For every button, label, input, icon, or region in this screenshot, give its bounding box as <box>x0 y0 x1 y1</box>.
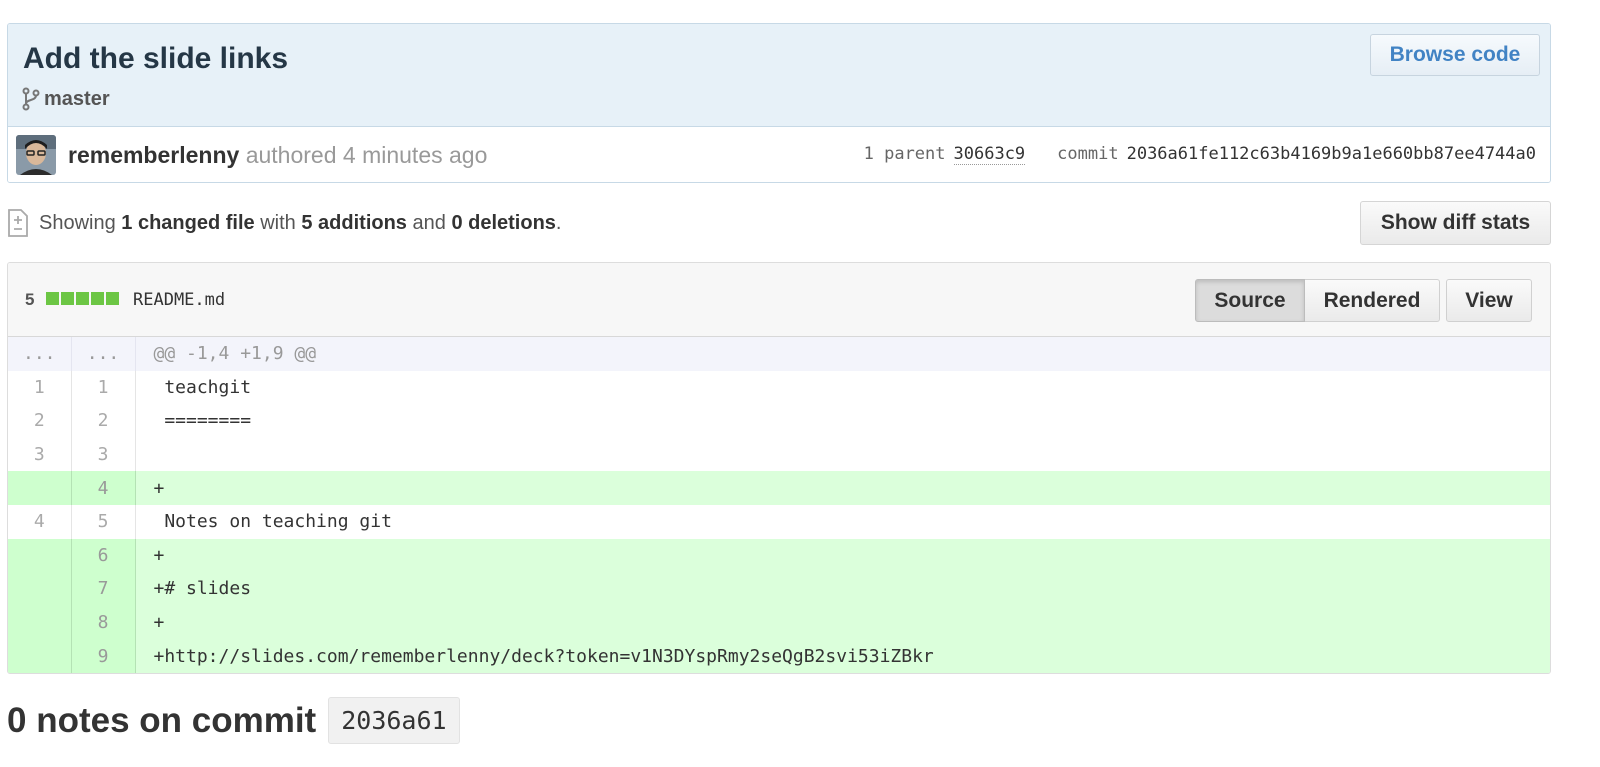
notes-heading: 0 notes on commit 2036a61 <box>7 697 460 744</box>
author-name[interactable]: rememberlenny <box>68 142 239 168</box>
old-line-number[interactable]: 3 <box>8 437 72 472</box>
commit-label: commit <box>1057 144 1119 164</box>
file-change-count: 5 <box>25 290 35 309</box>
new-line-number[interactable]: 4 <box>71 471 136 505</box>
parent-label: 1 parent <box>863 144 946 164</box>
file-view-buttons: Source Rendered View <box>1195 279 1532 322</box>
additions-count: 5 additions <box>301 212 407 234</box>
old-line-number[interactable] <box>8 639 72 673</box>
changed-files-count[interactable]: 1 changed file <box>121 212 254 234</box>
diffstat-blocks <box>46 292 119 305</box>
new-line-number[interactable]: 7 <box>71 572 136 606</box>
commit-sha: 2036a61fe112c63b4169b9a1e660bb87ee4744a0 <box>1126 144 1536 164</box>
old-line-number[interactable] <box>8 471 72 505</box>
old-line-number[interactable]: 1 <box>8 370 72 405</box>
notes-commit-sha: 2036a61 <box>328 697 460 744</box>
file-diff-icon <box>7 208 29 243</box>
diff-line: 8 + <box>8 605 1550 640</box>
commit-sha-block: 1 parent 30663c9 commit 2036a61fe112c63b… <box>864 144 1536 165</box>
diff-line: 9 +http://slides.com/rememberlenny/deck?t… <box>8 639 1550 673</box>
diff-line: 45 Notes on teaching git <box>8 504 1550 539</box>
authored-time: authored 4 minutes ago <box>245 142 488 168</box>
diff-line: 6 + <box>8 538 1550 573</box>
file-diff: 5 README.md Source Rendered View ...... @… <box>7 262 1551 674</box>
diff-summary-bar: Showing 1 changed file with 5 additions … <box>7 200 1551 246</box>
show-diff-stats-button[interactable]: Show diff stats <box>1360 201 1551 245</box>
source-button[interactable]: Source <box>1195 279 1305 322</box>
diff-code: + <box>135 471 1550 505</box>
new-line-number[interactable]: 1 <box>71 370 136 405</box>
diff-line: 22 ======== <box>8 404 1550 438</box>
diff-code: @@ -1,4 +1,9 @@ <box>135 337 1550 371</box>
branch-icon <box>22 87 40 111</box>
old-line-number[interactable] <box>8 572 72 606</box>
diff-line: 7 +# slides <box>8 572 1550 606</box>
diff-code: teachgit <box>153 376 252 398</box>
commit-title-area: Add the slide links master Browse code <box>8 24 1550 127</box>
old-line-number[interactable]: 2 <box>8 404 72 438</box>
diff-code: +# slides <box>135 572 1550 606</box>
new-line-number[interactable]: ... <box>71 337 136 371</box>
old-line-number[interactable]: ... <box>8 337 72 371</box>
diff-code <box>135 438 1550 472</box>
new-line-number[interactable]: 9 <box>71 639 136 673</box>
diff-code: + <box>135 605 1550 640</box>
diff-hunk-header: ...... @@ -1,4 +1,9 @@ <box>8 337 1550 371</box>
commit-header: Add the slide links master Browse code r… <box>7 23 1551 183</box>
browse-code-button[interactable]: Browse code <box>1370 34 1540 76</box>
new-line-number[interactable]: 2 <box>71 404 136 438</box>
file-header: 5 README.md Source Rendered View <box>8 263 1550 337</box>
commit-meta: rememberlenny authored 4 minutes ago 1 p… <box>8 127 1550 182</box>
diff-summary-text: Showing 1 changed file with 5 additions … <box>39 212 562 234</box>
old-line-number[interactable] <box>8 605 72 640</box>
avatar[interactable] <box>16 135 56 175</box>
diff-code: +http://slides.com/rememberlenny/deck?to… <box>135 639 1550 673</box>
diff-code: Notes on teaching git <box>153 511 392 533</box>
new-line-number[interactable]: 8 <box>71 605 136 640</box>
new-line-number[interactable]: 3 <box>71 437 136 472</box>
branch-name: master <box>44 87 110 110</box>
branch-label[interactable]: master <box>22 87 110 111</box>
diff-code: + <box>135 538 1550 573</box>
diff-code: ======== <box>153 410 252 432</box>
new-line-number[interactable]: 5 <box>71 504 136 539</box>
commit-author-line: rememberlenny authored 4 minutes ago <box>68 142 487 169</box>
old-line-number[interactable] <box>8 538 72 573</box>
commit-title: Add the slide links <box>23 42 289 75</box>
file-name[interactable]: README.md <box>133 290 225 310</box>
view-file-button[interactable]: View <box>1446 279 1532 322</box>
diff-table: ...... @@ -1,4 +1,9 @@ 1 1 teachgit 2 2 =====… <box>8 337 1550 673</box>
deletions-count: 0 deletions <box>451 212 556 234</box>
diff-line: 33 <box>8 437 1550 472</box>
notes-title: 0 notes on commit <box>7 700 317 740</box>
old-line-number[interactable]: 4 <box>8 504 72 539</box>
diff-line: 4 + <box>8 471 1550 505</box>
parent-sha-link[interactable]: 30663c9 <box>953 144 1026 165</box>
rendered-button[interactable]: Rendered <box>1305 279 1440 322</box>
new-line-number[interactable]: 6 <box>71 538 136 573</box>
diff-line: 11 teachgit <box>8 370 1550 405</box>
